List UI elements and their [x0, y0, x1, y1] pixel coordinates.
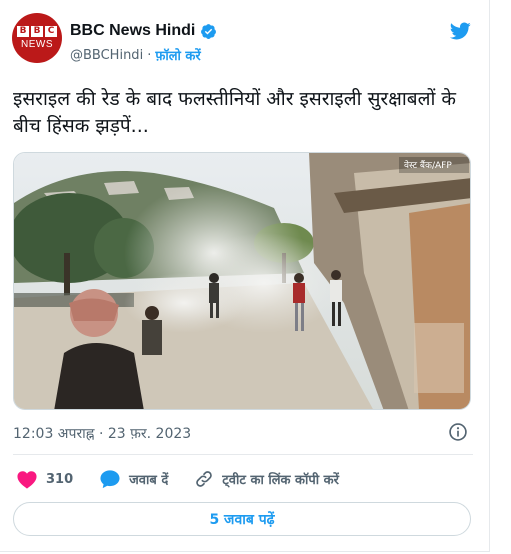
- media-watermark: वेस्ट बैंक/AFP: [404, 159, 452, 171]
- read-replies-button[interactable]: 5 जवाब पढ़ें: [13, 502, 471, 536]
- bbc-logo-blocks: BBC: [17, 26, 57, 37]
- handle[interactable]: @BBCHindi: [70, 48, 143, 63]
- handle-row: @BBCHindi · फ़ॉलो करें: [70, 46, 201, 65]
- street-clash-photo: वेस्ट बैंक/AFP: [14, 153, 470, 409]
- reply-label: जवाब दें: [129, 473, 169, 488]
- tweet-actions: 310 जवाब दें ट्वीट का लिंक कॉपी करें: [16, 466, 365, 492]
- author-name-row: BBC News Hindi: [70, 22, 217, 40]
- tweet-timestamp[interactable]: 12:03 अपराह्न · 23 फ़र. 2023: [13, 424, 191, 443]
- like-count: 310: [46, 471, 74, 487]
- avatar[interactable]: BBC NEWS: [12, 13, 62, 63]
- tweet-text: इसराइल की रेड के बाद फलस्तीनियों और इसरा…: [13, 88, 457, 137]
- like-action[interactable]: 310: [16, 469, 73, 489]
- tweet-media-image[interactable]: वेस्ट बैंक/AFP: [13, 152, 471, 410]
- copy-link-label: ट्वीट का लिंक कॉपी करें: [222, 473, 339, 488]
- avatar-news-label: NEWS: [21, 39, 53, 50]
- heart-icon: [17, 471, 37, 489]
- display-name[interactable]: BBC News Hindi: [70, 22, 195, 40]
- link-icon: [196, 471, 213, 487]
- reply-action[interactable]: जवाब दें: [99, 469, 168, 489]
- divider: [13, 454, 473, 455]
- tweet-card: BBC NEWS BBC News Hindi @BBCHindi · फ़ॉल…: [0, 0, 490, 552]
- reply-bubble-icon: [100, 470, 120, 489]
- verified-badge-icon: [201, 23, 217, 39]
- twitter-bird-icon[interactable]: [447, 20, 473, 42]
- handle-separator: ·: [147, 47, 152, 63]
- info-icon[interactable]: [448, 422, 468, 442]
- follow-button[interactable]: फ़ॉलो करें: [155, 46, 200, 64]
- copy-link-action[interactable]: ट्वीट का लिंक कॉपी करें: [194, 469, 339, 489]
